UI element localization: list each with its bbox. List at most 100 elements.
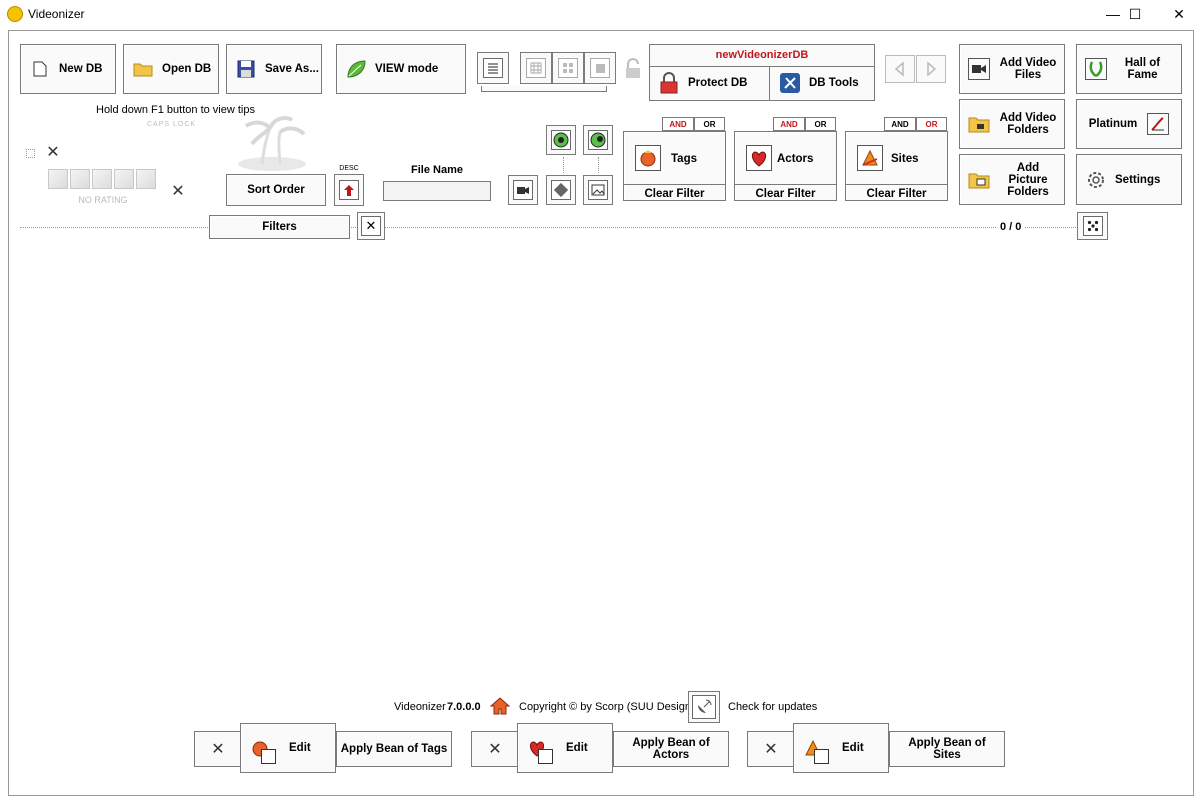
add-video-folders-button[interactable]: Add Video Folders [959,99,1065,149]
protect-db-button[interactable]: Protect DB [650,66,770,100]
arrow-left-icon [894,61,904,77]
rating-star-icon[interactable] [70,169,90,189]
rating-star-icon[interactable] [136,169,156,189]
eye-left-button[interactable] [546,125,576,155]
close-icon: ✕ [361,216,381,236]
hall-of-fame-label: Hall of Fame [1124,57,1161,81]
sites-icon [857,145,883,171]
padlock-icon [624,58,642,80]
tags-button[interactable]: Tags Clear Filter [623,131,726,201]
apply-bean-actors-label: Apply Bean of Actors [632,737,710,761]
close-icon: ✕ [211,741,225,758]
edit-tags-label: Edit [289,742,311,754]
filters-button[interactable]: Filters [209,215,350,239]
clear-selection-icon[interactable]: ✕ [44,142,62,162]
sort-arrow-icon [339,180,359,200]
home-icon[interactable] [489,697,511,717]
random-button[interactable] [1077,212,1108,240]
new-db-button[interactable]: New DB [20,44,116,94]
add-picture-folders-button[interactable]: Add Picture Folders [959,154,1065,205]
sites-edit-icon [802,737,829,764]
sort-direction-button[interactable] [334,174,364,206]
actors-button[interactable]: Actors Clear Filter [734,131,837,201]
edit-actors-button[interactable]: Edit [517,723,613,773]
grid-medium-view-button[interactable] [552,52,584,84]
clear-bean-actors-button[interactable]: ✕ [471,731,519,767]
list-view-button[interactable] [477,52,509,84]
filter-group-tags: AND OR Tags Clear Filter [623,117,726,202]
db-tools-button[interactable]: DB Tools [771,66,874,100]
satellite-dish-icon [692,695,716,719]
check-updates-label[interactable]: Check for updates [728,701,817,713]
file-name-input[interactable] [383,181,491,201]
floppy-disk-icon [235,58,257,80]
film-filter-button[interactable] [546,175,576,205]
and-toggle[interactable]: AND [884,117,916,131]
add-video-files-button[interactable]: Add Video Files [959,44,1065,94]
save-as-label: Save As... [265,63,319,75]
filters-label: Filters [262,221,297,233]
tags-icon [635,145,661,171]
medium-grid-icon [558,58,578,78]
rating-stars[interactable] [48,169,156,189]
folder-icon [132,58,154,80]
clear-actors-filter[interactable]: Clear Filter [735,188,836,200]
platinum-button[interactable]: Platinum [1076,99,1182,149]
edit-sites-button[interactable]: Edit [793,723,889,773]
sites-button[interactable]: Sites Clear Filter [845,131,948,201]
clear-filters-button[interactable]: ✕ [357,212,385,240]
rating-star-icon[interactable] [48,169,68,189]
edit-tags-button[interactable]: Edit [240,723,336,773]
footer-version: 7.0.0.0 [447,701,481,713]
or-toggle[interactable]: OR [805,117,836,131]
grid-small-view-button[interactable] [520,52,552,84]
protect-db-label: Protect DB [688,77,748,89]
window-title: Videonizer [28,7,85,21]
view-mode-label: VIEW mode [375,63,439,75]
and-toggle[interactable]: AND [662,117,694,131]
settings-label: Settings [1115,173,1161,186]
db-name: newVideonizerDB [715,49,809,61]
connector-line [563,157,564,173]
apply-bean-sites-button[interactable]: Apply Bean of Sites [889,731,1005,767]
rating-star-icon[interactable] [114,169,134,189]
caps-lock-indicator: CAPS LOCK [147,121,197,128]
maximize-button[interactable]: ☐ [1112,0,1158,28]
file-name-label: File Name [411,164,463,176]
palm-tree-logo [234,108,310,172]
clear-tags-filter[interactable]: Clear Filter [624,188,725,200]
clear-sites-filter[interactable]: Clear Filter [846,188,947,200]
eye-right-button[interactable] [583,125,613,155]
apply-bean-tags-button[interactable]: Apply Bean of Tags [336,731,452,767]
check-updates-button[interactable] [688,691,720,723]
large-view-button[interactable] [584,52,616,84]
video-filter-button[interactable] [508,175,538,205]
eye-icon [551,130,571,150]
small-grid-icon [526,58,546,78]
filter-group-sites: AND OR Sites Clear Filter [845,117,948,202]
previous-button[interactable] [885,55,915,83]
f1-tip-text: Hold down F1 button to view tips [96,104,255,116]
rating-star-icon[interactable] [92,169,112,189]
or-toggle[interactable]: OR [694,117,725,131]
large-tile-icon [590,58,610,78]
view-mode-button[interactable]: VIEW mode [336,44,466,94]
hall-of-fame-button[interactable]: Hall of Fame [1076,44,1182,94]
select-checkbox[interactable] [26,149,35,158]
picture-filter-button[interactable] [583,175,613,205]
close-button[interactable]: ✕ [1156,0,1202,28]
open-db-button[interactable]: Open DB [123,44,219,94]
clear-bean-tags-button[interactable]: ✕ [194,731,242,767]
sort-order-button[interactable]: Sort Order [226,174,326,206]
save-as-button[interactable]: Save As... [226,44,322,94]
and-toggle[interactable]: AND [773,117,805,131]
apply-bean-actors-button[interactable]: Apply Bean of Actors [613,731,729,767]
settings-button[interactable]: Settings [1076,154,1182,205]
or-toggle[interactable]: OR [916,117,947,131]
clear-rating-icon[interactable]: ✕ [169,181,187,201]
rating-label: NO RATING [78,195,128,205]
leaf-icon [345,58,367,80]
clear-bean-sites-button[interactable]: ✕ [747,731,795,767]
add-picture-folders-label: Add Picture Folders [1007,161,1049,198]
next-button[interactable] [916,55,946,83]
